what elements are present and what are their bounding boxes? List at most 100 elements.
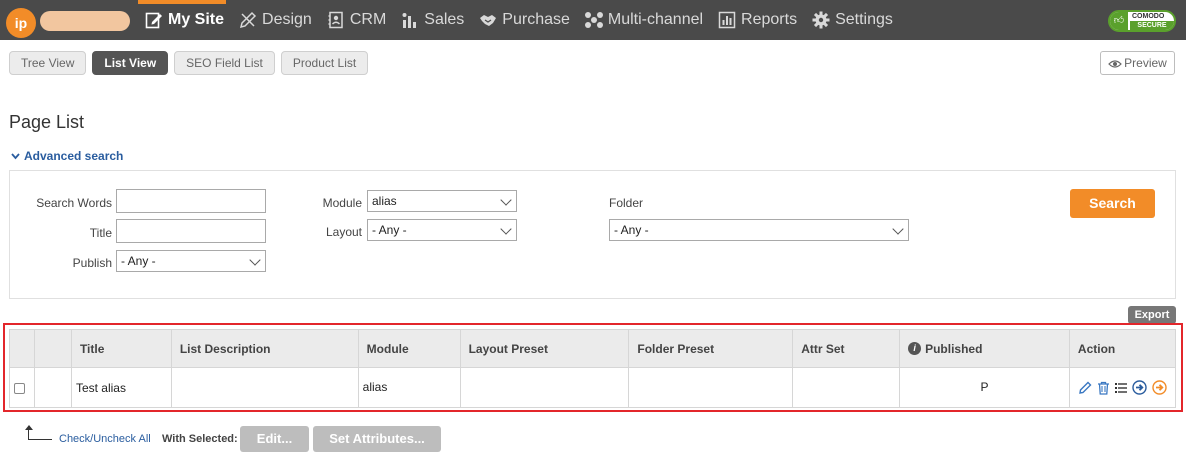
- trash-icon[interactable]: [1097, 381, 1110, 395]
- nav-label: Design: [262, 11, 312, 28]
- nav-design[interactable]: Design: [234, 0, 322, 40]
- chevron-down-icon: [11, 152, 20, 163]
- nav-label: Settings: [835, 11, 893, 28]
- row-checkbox[interactable]: [14, 382, 25, 394]
- cell-list-description: [170, 367, 359, 408]
- header-action: Action: [1068, 329, 1177, 368]
- search-words-input[interactable]: [116, 189, 266, 213]
- cell-layout-preset: [459, 367, 630, 408]
- header-title[interactable]: Title: [70, 329, 172, 368]
- top-nav-bar: ip My Site Design CRM Sales Purchase Mul…: [0, 0, 1186, 40]
- folder-select[interactable]: - Any -: [609, 219, 909, 241]
- handshake-icon: [478, 10, 498, 30]
- nav-crm[interactable]: CRM: [322, 0, 396, 40]
- thumbs-up-icon: 👍︎: [1110, 12, 1128, 30]
- eye-icon: [1108, 54, 1123, 76]
- sales-bars-icon: [400, 10, 420, 30]
- module-select[interactable]: alias: [367, 190, 517, 212]
- view-tabs: Tree View List View SEO Field List Produ…: [9, 51, 369, 75]
- preview-button[interactable]: Preview: [1100, 51, 1175, 75]
- app-logo[interactable]: ip: [6, 8, 36, 38]
- layout-select[interactable]: - Any -: [367, 219, 517, 241]
- title-input[interactable]: [116, 219, 266, 243]
- nav-label: Reports: [741, 11, 798, 28]
- header-published-label: Published: [925, 341, 983, 356]
- nav-my-site[interactable]: My Site: [137, 0, 234, 40]
- header-folder-preset[interactable]: Folder Preset: [628, 329, 794, 368]
- nav-reports[interactable]: Reports: [713, 0, 807, 40]
- nav-purchase[interactable]: Purchase: [474, 0, 580, 40]
- comodo-secure-badge[interactable]: 👍︎ COMODO SECURE: [1108, 10, 1176, 32]
- info-icon[interactable]: i: [908, 341, 922, 355]
- nav-label: My Site: [168, 11, 225, 28]
- table-header-row: Title List Description Module Layout Pre…: [9, 329, 1177, 368]
- go-arrow-blue-icon[interactable]: [1132, 380, 1147, 395]
- advanced-search-label: Advanced search: [24, 149, 124, 163]
- badge-line2: SECURE: [1130, 21, 1174, 30]
- cell-published: P: [899, 367, 1070, 408]
- edit-page-icon: [144, 10, 164, 30]
- tab-product-list[interactable]: Product List: [280, 51, 369, 75]
- advanced-search-toggle[interactable]: Advanced search: [11, 149, 123, 163]
- publish-select[interactable]: - Any -: [116, 250, 266, 272]
- list-icon[interactable]: [1114, 382, 1127, 394]
- search-words-label: Search Words: [36, 196, 112, 210]
- tab-list-view[interactable]: List View: [92, 51, 169, 75]
- layout-label: Layout: [325, 225, 362, 239]
- search-button[interactable]: Search: [1070, 189, 1155, 218]
- cell-actions: [1068, 367, 1177, 408]
- main-nav: My Site Design CRM Sales Purchase Multi-…: [137, 0, 903, 40]
- title-label: Title: [89, 226, 112, 240]
- badge-line1: COMODO: [1132, 13, 1165, 20]
- export-button[interactable]: Export: [1128, 306, 1176, 324]
- set-attributes-button[interactable]: Set Attributes...: [313, 426, 441, 452]
- nav-sales[interactable]: Sales: [396, 0, 474, 40]
- folder-selected-value: - Any -: [614, 223, 649, 237]
- page-list-table: Title List Description Module Layout Pre…: [9, 329, 1177, 408]
- publish-label: Publish: [72, 256, 112, 270]
- bar-chart-icon: [717, 10, 737, 30]
- nav-label: CRM: [349, 11, 387, 28]
- folder-label: Folder: [609, 196, 644, 210]
- module-selected-value: alias: [372, 194, 397, 208]
- table-row: Test alias alias P: [9, 367, 1177, 408]
- row-select-cell: [9, 367, 35, 408]
- chevron-down-icon: [249, 254, 261, 266]
- network-icon: [584, 10, 604, 30]
- check-uncheck-all-link[interactable]: Check/Uncheck All: [59, 433, 151, 445]
- header-published[interactable]: i Published: [899, 329, 1070, 368]
- row-blank-cell: [33, 367, 72, 408]
- preview-label: Preview: [1124, 56, 1167, 70]
- header-attr-set[interactable]: Attr Set: [792, 329, 901, 368]
- with-selected-label: With Selected:: [162, 433, 238, 445]
- chevron-down-icon: [892, 223, 904, 235]
- cell-folder-preset: [628, 367, 794, 408]
- chevron-down-icon: [500, 194, 512, 206]
- publish-selected-value: - Any -: [121, 254, 156, 268]
- header-select: [9, 329, 35, 368]
- site-selector[interactable]: [40, 11, 130, 31]
- header-layout-preset[interactable]: Layout Preset: [459, 329, 630, 368]
- cell-module: alias: [357, 367, 461, 408]
- module-label: Module: [322, 196, 362, 210]
- nav-multi-channel[interactable]: Multi-channel: [580, 0, 713, 40]
- pencil-ruler-icon: [238, 10, 258, 30]
- contact-card-icon: [326, 10, 346, 30]
- header-blank: [33, 329, 72, 368]
- go-arrow-orange-icon[interactable]: [1152, 380, 1167, 395]
- tab-seo-field-list[interactable]: SEO Field List: [174, 51, 275, 75]
- tab-tree-view[interactable]: Tree View: [9, 51, 87, 75]
- chevron-down-icon: [500, 223, 512, 235]
- bulk-actions-bar: Check/Uncheck All With Selected: Edit...…: [25, 425, 445, 452]
- header-module[interactable]: Module: [357, 329, 461, 368]
- nav-settings[interactable]: Settings: [807, 0, 903, 40]
- gear-icon: [811, 10, 831, 30]
- nav-label: Sales: [424, 11, 465, 28]
- layout-selected-value: - Any -: [372, 223, 407, 237]
- edit-pencil-icon[interactable]: [1078, 381, 1092, 395]
- cell-attr-set: [792, 367, 901, 408]
- header-list-description[interactable]: List Description: [170, 329, 359, 368]
- page-title: Page List: [9, 112, 85, 132]
- edit-selected-button[interactable]: Edit...: [240, 426, 309, 452]
- nav-label: Purchase: [502, 11, 570, 28]
